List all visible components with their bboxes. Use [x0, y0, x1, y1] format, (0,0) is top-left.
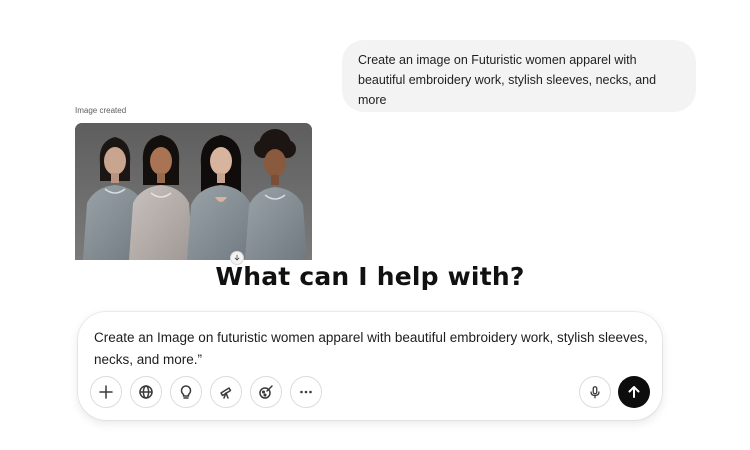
send-button[interactable] [618, 376, 650, 408]
generated-image-artwork [75, 123, 312, 260]
paintbrush-icon [259, 385, 273, 399]
image-created-caption: Image created [75, 106, 127, 115]
message-composer: Create an Image on futuristic women appa… [78, 312, 662, 420]
globe-icon [139, 385, 153, 399]
user-message-bubble: Create an image on Futuristic women appa… [342, 40, 696, 112]
plus-icon [99, 385, 113, 399]
prompt-input[interactable]: Create an Image on futuristic women appa… [94, 327, 654, 371]
lightbulb-icon [180, 385, 192, 399]
arrow-up-icon [628, 386, 640, 398]
download-button[interactable] [230, 251, 244, 265]
add-attachment-button[interactable] [90, 376, 122, 408]
microphone-icon [590, 386, 600, 399]
user-message-text: Create an image on Futuristic women appa… [358, 53, 657, 107]
generated-image[interactable] [75, 123, 312, 260]
more-icon [300, 390, 312, 394]
download-icon [234, 254, 240, 261]
create-image-button[interactable] [250, 376, 282, 408]
more-tools-button[interactable] [290, 376, 322, 408]
telescope-icon [220, 387, 232, 399]
voice-input-button[interactable] [579, 376, 611, 408]
reason-button[interactable] [170, 376, 202, 408]
page-heading: What can I help with? [215, 262, 525, 291]
deep-research-button[interactable] [210, 376, 242, 408]
web-search-button[interactable] [130, 376, 162, 408]
